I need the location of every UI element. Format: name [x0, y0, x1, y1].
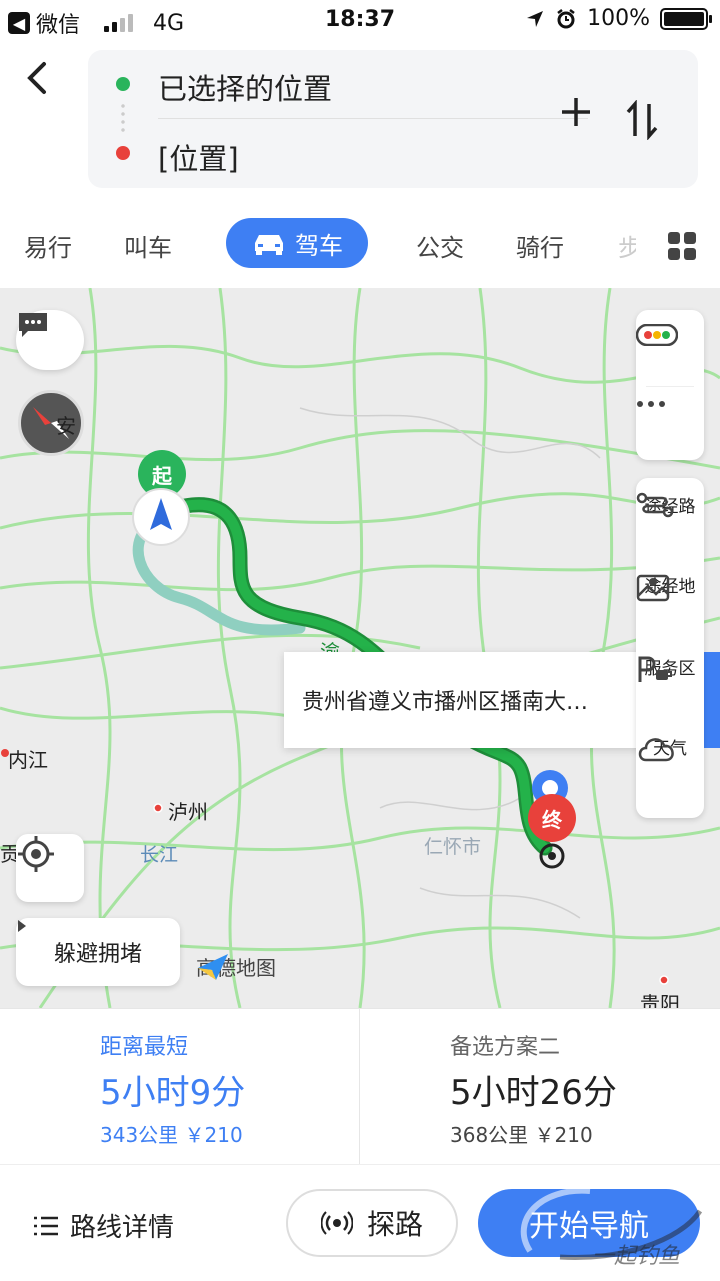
traffic-card: [636, 310, 704, 460]
add-waypoint-button[interactable]: [554, 94, 598, 138]
back-button[interactable]: [22, 58, 62, 106]
route-connector: [121, 102, 125, 136]
watermark-text: 一起钓鱼: [592, 1244, 680, 1269]
plan-card-alt[interactable]: 备选方案二 5小时26分 368公里 ￥210: [360, 1009, 719, 1165]
crosshair-icon: [18, 836, 54, 872]
plan-meta: 343公里 ￥210: [100, 1123, 243, 1147]
avoid-congestion-button[interactable]: 躲避拥堵: [16, 918, 180, 986]
plan-card-shortest[interactable]: 距离最短 5小时9分 343公里 ￥210: [0, 1009, 359, 1165]
status-bar: ◀ 微信 4G 18:37 100%: [0, 0, 720, 40]
plus-icon: [562, 98, 590, 126]
explore-label: 探路: [366, 1208, 423, 1241]
amap-logo: 高德地图: [196, 952, 276, 981]
alarm-icon: [557, 8, 575, 28]
message-button[interactable]: [16, 310, 84, 370]
tab-drive[interactable]: 驾车: [226, 218, 368, 268]
waypoint-place-button[interactable]: 途经地: [636, 572, 704, 602]
route-icon: [636, 492, 674, 518]
waypoint-route-button[interactable]: 途经路: [636, 492, 704, 518]
more-options-button[interactable]: [636, 400, 704, 444]
map-label-gong: 贡: [0, 842, 16, 866]
edge-tab[interactable]: [704, 652, 720, 748]
tool-card: 途经路 途经地 服务区 天气: [636, 478, 704, 818]
route-plans: 距离最短 5小时9分 343公里 ￥210 备选方案二 5小时26分 368公里…: [0, 1008, 720, 1165]
weather-button[interactable]: 天气: [636, 734, 704, 762]
locate-button[interactable]: [16, 834, 84, 902]
service-area-button[interactable]: 服务区: [636, 654, 704, 682]
transport-tabs: 易行 叫车 驾车 公交 骑行 步: [0, 214, 720, 274]
map-roads: [0, 288, 720, 1008]
city-dot-icon: [659, 975, 669, 985]
map-label-guiyang: 贵阳: [640, 992, 680, 1008]
bottom-bar: 路线详情 探路 开始导航 一起钓鱼: [0, 1164, 720, 1281]
watermark-logo: 一起钓鱼: [520, 1187, 703, 1269]
chat-icon: [19, 313, 47, 337]
triangle-right-icon: [18, 920, 26, 932]
swap-route-button[interactable]: [624, 99, 668, 144]
traffic-light-icon: [636, 324, 678, 346]
end-pin: 终: [528, 794, 576, 842]
plan-title: 备选方案二: [450, 1035, 561, 1060]
status-right: 100%: [525, 6, 712, 31]
tab-drive-label: 驾车: [295, 231, 343, 260]
map-pin-icon: [636, 574, 670, 602]
list-icon: [34, 1216, 58, 1235]
route-detail-label: 路线详情: [70, 1213, 175, 1243]
tab-walk[interactable]: 步: [618, 228, 636, 263]
battery-percent: 100%: [587, 6, 650, 31]
tab-bus[interactable]: 公交: [416, 228, 464, 263]
explore-route-button[interactable]: 探路: [286, 1189, 458, 1257]
route-detail-button[interactable]: 路线详情: [32, 1207, 174, 1244]
more-modes-button[interactable]: [668, 232, 696, 260]
plan-title: 距离最短: [100, 1035, 189, 1060]
end-dot-icon: [116, 146, 130, 160]
city-dot-icon: [153, 803, 163, 813]
tab-bike[interactable]: 骑行: [516, 228, 564, 263]
current-location-icon: [132, 488, 190, 546]
plan-time: 5小时9分: [100, 1073, 246, 1113]
map-label-renhuai: 仁怀市: [424, 836, 482, 858]
tab-taxi[interactable]: 叫车: [124, 228, 172, 263]
route-divider: [158, 118, 588, 119]
map-label-neijiang: 内江: [8, 748, 48, 772]
location-arrow-icon: [527, 10, 544, 27]
car-icon: [255, 235, 283, 255]
parking-service-icon: [638, 656, 672, 682]
destination-popup[interactable]: 贵州省遵义市播州区播南大…: [284, 652, 644, 748]
map-label-guangan: 安: [56, 414, 76, 438]
avoid-congestion-label: 躲避拥堵: [53, 942, 142, 967]
ellipsis-icon: [637, 401, 665, 407]
map-label-luzhou: 泸州: [168, 800, 208, 824]
start-dot-icon: [116, 77, 130, 91]
destination-field[interactable]: [位置]: [158, 136, 239, 178]
chevron-left-icon: [27, 62, 46, 94]
plan-meta: 368公里 ￥210: [450, 1123, 593, 1147]
origin-field[interactable]: 已选择的位置: [158, 66, 332, 108]
map-label-changjiang: 长江: [140, 844, 179, 866]
cloud-icon: [638, 738, 674, 762]
amap-logo-icon: [198, 954, 228, 980]
traffic-divider: [646, 386, 694, 387]
traffic-toggle[interactable]: [636, 324, 704, 368]
plan-time: 5小时26分: [450, 1073, 617, 1113]
tab-easy[interactable]: 易行: [24, 228, 72, 263]
broadcast-icon: [320, 1211, 353, 1235]
battery-icon: [660, 7, 712, 30]
swap-icon: [626, 99, 658, 141]
route-input-box: 已选择的位置 [位置]: [88, 50, 698, 188]
map-view[interactable]: 安 起 渝 贵州省遵义市播州区播南大… 终 内江 泸州 长江 仁怀市 贡 贵阳 …: [0, 288, 720, 1008]
